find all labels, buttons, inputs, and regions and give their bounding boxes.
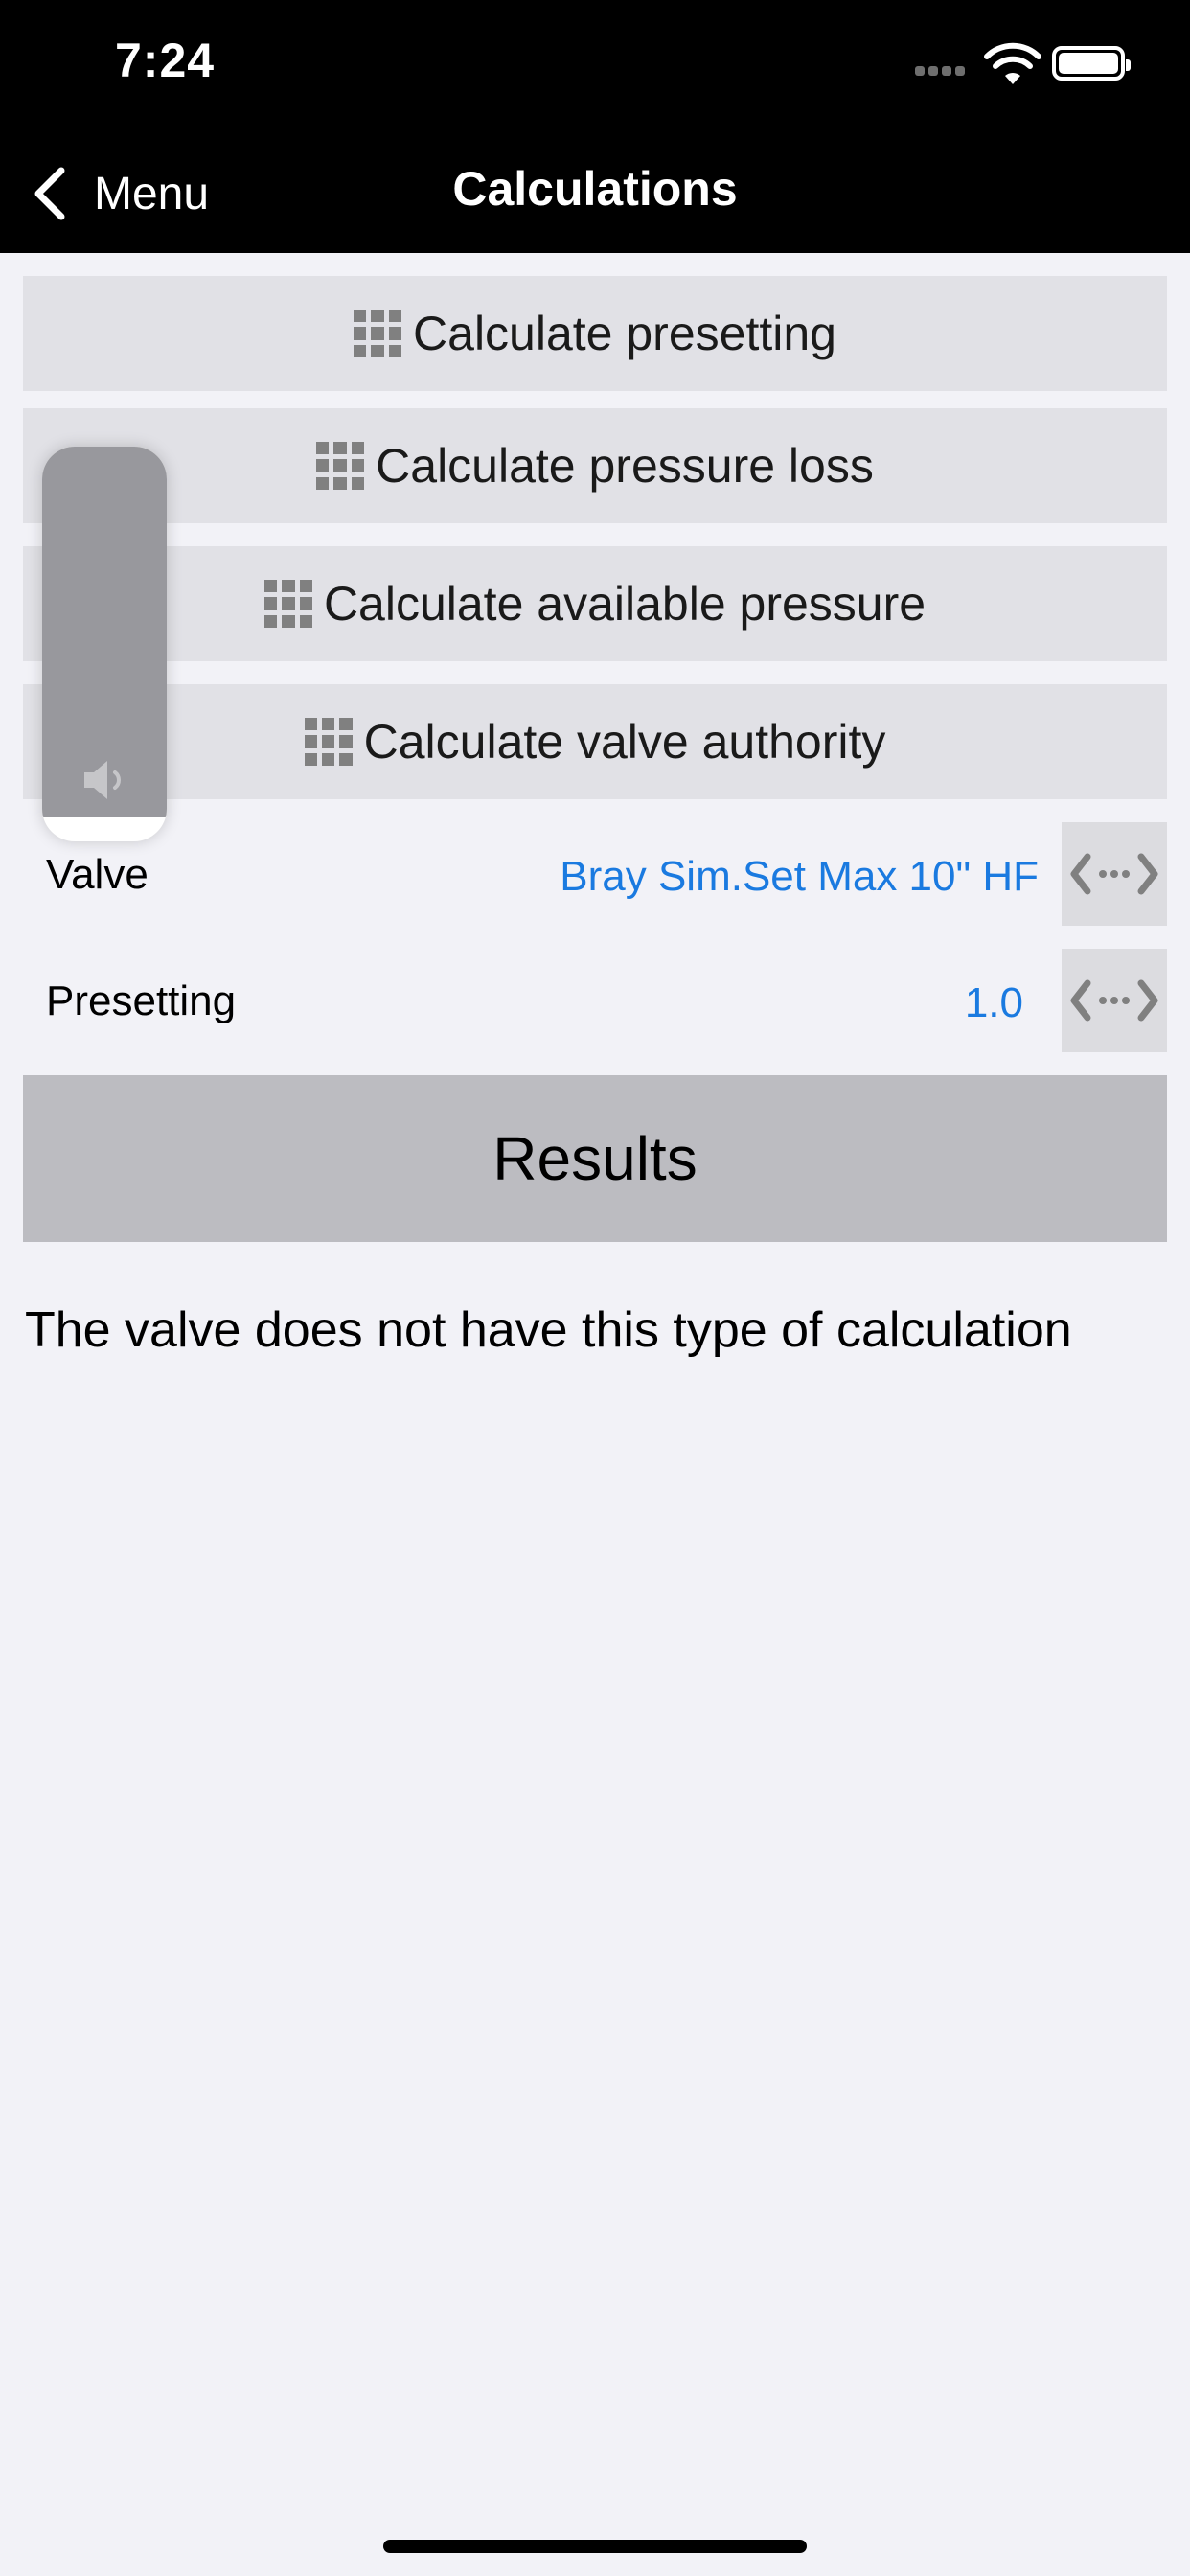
calculate-available-pressure-label: Calculate available pressure [323, 577, 927, 631]
presetting-swap-button[interactable] [1062, 949, 1167, 1052]
grid-icon [316, 442, 365, 490]
calculate-pressure-loss-label: Calculate pressure loss [376, 439, 874, 493]
presetting-label: Presetting [46, 978, 237, 1024]
grid-icon [354, 310, 402, 357]
calculate-available-pressure-button[interactable]: Calculate available pressure [23, 546, 1167, 661]
calculate-valve-authority-button[interactable]: Calculate valve authority [23, 684, 1167, 799]
status-bar: 7:24 [0, 0, 1190, 134]
presetting-value[interactable]: 1.0 [965, 979, 1023, 1027]
calculate-valve-authority-label: Calculate valve authority [363, 715, 886, 769]
volume-hud [42, 447, 167, 841]
home-indicator[interactable] [383, 2540, 807, 2553]
status-time: 7:24 [115, 34, 216, 87]
calculate-pressure-loss-button[interactable]: Calculate pressure loss [23, 408, 1167, 523]
calculate-presetting-button[interactable]: Calculate presetting [23, 276, 1167, 391]
page-title: Calculations [452, 162, 738, 216]
valve-value[interactable]: Bray Sim.Set Max 10" HF [560, 853, 1039, 901]
results-message: The valve does not have this type of cal… [25, 1302, 1072, 1358]
calculate-presetting-label: Calculate presetting [413, 307, 836, 360]
arrows-horizontal-icon [1070, 979, 1158, 1022]
speaker-icon [84, 761, 121, 799]
arrows-horizontal-icon [1070, 853, 1158, 895]
grid-icon [263, 580, 312, 628]
valve-row: Valve Bray Sim.Set Max 10" HF [23, 822, 1167, 926]
valve-label: Valve [46, 851, 149, 898]
wifi-icon [984, 42, 1041, 84]
valve-swap-button[interactable] [1062, 822, 1167, 926]
presetting-row: Presetting 1.0 [23, 949, 1167, 1052]
results-header: Results [23, 1075, 1167, 1242]
grid-icon [304, 718, 353, 766]
navigation-bar: Menu Calculations [0, 134, 1190, 253]
battery-icon [1052, 46, 1131, 80]
signal-dots-icon [915, 63, 969, 80]
